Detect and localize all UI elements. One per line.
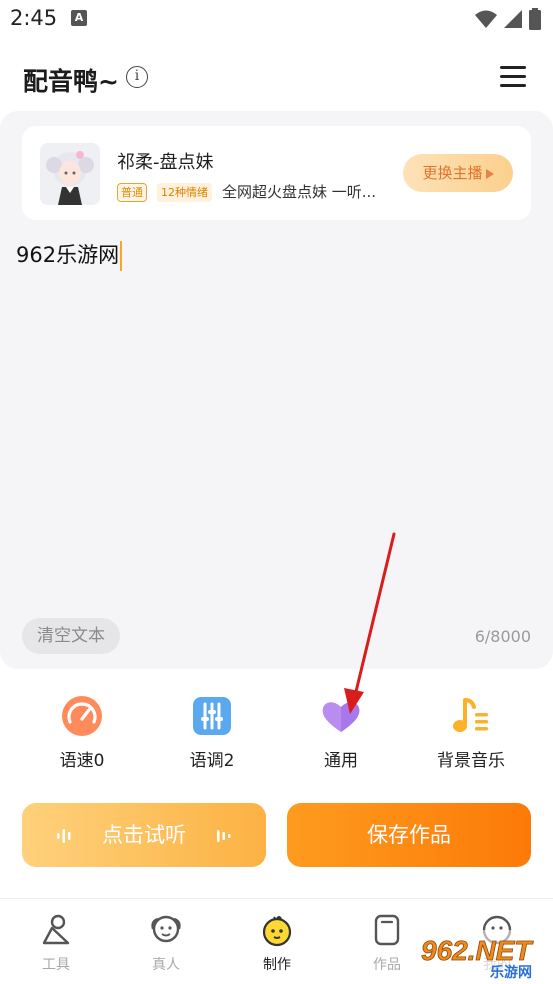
tool-emotion-label: 通用: [324, 751, 358, 771]
preview-listen-button[interactable]: 点击试听: [22, 803, 266, 867]
editor-content: 962乐游网: [16, 243, 120, 267]
tool-speed-label: 语速0: [59, 751, 105, 771]
voice-description: 全网超火盘点妹 一听...: [222, 183, 377, 201]
tool-speed[interactable]: 语速0: [27, 695, 137, 771]
nav-tools-label: 工具: [42, 957, 70, 973]
info-icon[interactable]: i: [126, 66, 148, 88]
music-note-icon: [450, 695, 492, 737]
voice-name: 祁柔-盘点妹: [117, 152, 214, 173]
duck-icon: [260, 913, 294, 947]
tool-bgm[interactable]: 背景音乐: [416, 695, 526, 771]
tag-emotion: 12种情绪: [157, 183, 212, 202]
play-triangle-icon: [485, 168, 494, 179]
char-count: 6/8000: [474, 627, 531, 646]
text-caret: [120, 241, 123, 271]
nav-human-label: 真人: [152, 957, 180, 973]
nav-human[interactable]: 真人: [131, 913, 201, 974]
nav-works[interactable]: 作品: [352, 913, 422, 974]
notification-icon: A: [71, 10, 87, 26]
nav-make[interactable]: 制作: [242, 913, 312, 974]
status-bar: 2:45 A: [0, 0, 553, 40]
tool-tone[interactable]: 语调2: [157, 695, 267, 771]
tool-tone-label: 语调2: [189, 751, 235, 771]
works-icon: [370, 913, 404, 947]
menu-icon[interactable]: [500, 66, 526, 88]
voice-avatar: [40, 143, 100, 205]
editor-panel: 祁柔-盘点妹 普通 12种情绪 全网超火盘点妹 一听... 更换主播 962乐游…: [0, 111, 553, 669]
wifi-icon: [475, 10, 497, 28]
nav-works-label: 作品: [373, 957, 401, 973]
save-work-button[interactable]: 保存作品: [287, 803, 531, 867]
sound-wave-icon: [216, 830, 231, 842]
status-time: 2:45: [10, 6, 58, 30]
preview-listen-label: 点击试听: [102, 823, 186, 847]
sound-wave-icon: [57, 829, 71, 843]
nav-tools[interactable]: 工具: [21, 913, 91, 974]
watermark: 962.NET 乐游网: [415, 930, 553, 981]
watermark-text: 962.NET: [421, 935, 534, 966]
tools-icon: [39, 913, 73, 947]
change-voice-button[interactable]: 更换主播: [403, 154, 513, 192]
app-title: 配音鸭~: [23, 67, 119, 96]
tag-normal: 普通: [117, 183, 147, 202]
annotation-arrow: [344, 532, 396, 714]
human-voice-icon: [149, 913, 183, 947]
app-header: 配音鸭~ i: [0, 52, 553, 104]
text-editor[interactable]: 962乐游网: [16, 239, 123, 271]
watermark-sub: 乐游网: [490, 964, 532, 980]
clear-text-button[interactable]: 清空文本: [22, 618, 120, 654]
change-voice-label: 更换主播: [422, 164, 483, 182]
tool-bgm-label: 背景音乐: [437, 751, 505, 771]
status-icons: [475, 8, 541, 30]
battery-icon: [529, 8, 541, 30]
signal-icon: [504, 10, 522, 28]
speed-gauge-icon: [61, 695, 103, 737]
nav-make-label: 制作: [263, 957, 291, 973]
tone-sliders-icon: [191, 695, 233, 737]
voice-card[interactable]: 祁柔-盘点妹 普通 12种情绪 全网超火盘点妹 一听... 更换主播: [22, 126, 531, 220]
